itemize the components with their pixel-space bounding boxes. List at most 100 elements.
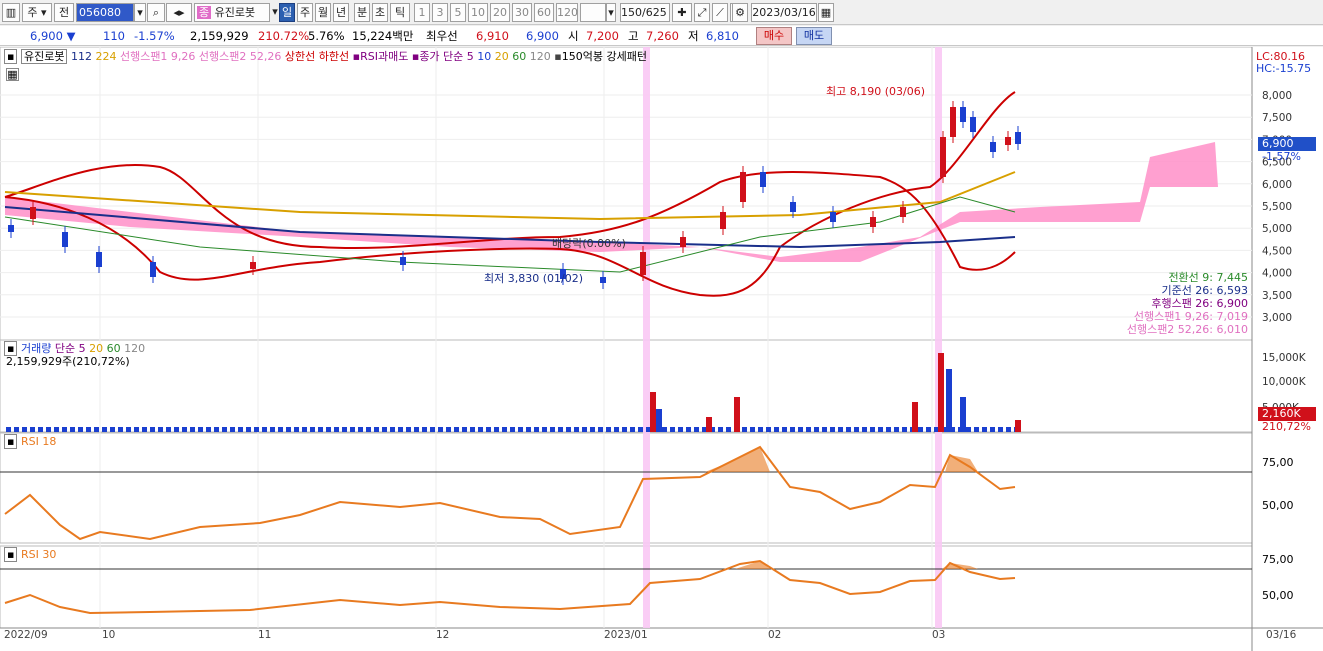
volume-bar	[638, 427, 643, 432]
custom-interval-dropdown-icon[interactable]: ▾	[606, 3, 616, 22]
volume-bar	[918, 427, 923, 432]
code-dropdown-icon[interactable]: ▾	[134, 3, 146, 22]
volume-bar	[78, 427, 83, 432]
chart-area[interactable]: 8,0007,5007,0006,5006,0005,5005,0004,500…	[0, 47, 1323, 651]
volume-bar	[334, 427, 339, 432]
volume-bar	[302, 427, 307, 432]
crosshair-icon[interactable]: ✚	[672, 3, 692, 22]
tab-year[interactable]: 년	[333, 3, 349, 22]
data-count-field[interactable]: 150/625	[620, 3, 670, 22]
volume-ma5: 단순 5	[54, 342, 86, 355]
grid-icon[interactable]: ▦	[6, 68, 19, 81]
tab-month[interactable]: 월	[315, 3, 331, 22]
tab-week[interactable]: 주	[297, 3, 313, 22]
volume-title: 거래량	[20, 342, 52, 355]
volume-bar	[670, 427, 675, 432]
legend-menu-icon[interactable]: ▪	[4, 49, 18, 64]
volume-ma20: 20	[89, 342, 104, 355]
period-label: 주	[27, 6, 38, 19]
candle-body	[1005, 137, 1011, 145]
volume-bar	[650, 392, 656, 432]
sell-button[interactable]: 매도	[796, 27, 832, 45]
interval-20[interactable]: 20	[490, 3, 510, 22]
volume-bar	[566, 427, 571, 432]
tab-tick[interactable]: 틱	[390, 3, 410, 22]
volume-bar	[430, 427, 435, 432]
interval-5[interactable]: 5	[450, 3, 466, 22]
volume-bar	[734, 397, 740, 432]
sound-icon[interactable]: ◂▸	[166, 3, 192, 22]
volume-bar	[350, 427, 355, 432]
volume-bar	[686, 427, 691, 432]
volume-bar	[238, 427, 243, 432]
volume-bar	[494, 427, 499, 432]
rsi30-panel-frame	[0, 545, 1253, 629]
gear-icon[interactable]: ⚙	[732, 3, 748, 22]
volume-bar	[598, 427, 603, 432]
volume-bar	[750, 427, 755, 432]
stock-name-field[interactable]: 종 유진로봇	[194, 3, 270, 22]
rsi30-title: RSI 30	[20, 548, 57, 561]
current-price-tag: 6,900	[1258, 137, 1316, 151]
volume-bar	[656, 409, 662, 432]
volume-bar	[134, 427, 139, 432]
stock-chart[interactable]: 8,0007,5007,0006,5006,0005,5005,0004,500…	[0, 47, 1323, 651]
candle-body	[940, 137, 946, 177]
tab-day[interactable]: 일	[279, 3, 295, 22]
current-price: 6,900 ▼	[30, 29, 76, 43]
volume-tick: 10,000K	[1262, 376, 1307, 388]
search-icon[interactable]: ⌕	[147, 3, 165, 22]
volume-bar	[14, 427, 19, 432]
tab-minute[interactable]: 분	[354, 3, 370, 22]
ichimoku-chikou: 후행스팬 26: 6,900	[1151, 297, 1248, 310]
interval-30[interactable]: 30	[512, 3, 532, 22]
volume-bar	[838, 427, 843, 432]
legend-ma5: 종가 단순 5	[419, 50, 474, 63]
volume-ma120: 120	[124, 342, 146, 355]
candle-body	[96, 252, 102, 267]
volume-bar	[590, 427, 595, 432]
tab-second[interactable]: 초	[372, 3, 388, 22]
candle-body	[870, 217, 876, 227]
volume-panel-frame	[0, 339, 1253, 433]
y-tick-label: 3,000	[1262, 312, 1292, 324]
date-field[interactable]: 2023/03/16	[751, 3, 817, 22]
stock-code-input[interactable]: 056080	[76, 3, 134, 22]
period-select[interactable]: 주 ▾	[22, 3, 52, 22]
volume-bar	[662, 427, 667, 432]
volume-bar	[110, 427, 115, 432]
volume-bar	[150, 427, 155, 432]
rsi18-tick-75: 75,00	[1262, 456, 1294, 469]
volume-bar	[382, 427, 387, 432]
x-label-2022-09: 2022/09	[4, 629, 48, 641]
legend-ma10: 10	[477, 50, 492, 63]
volume-bar	[126, 427, 131, 432]
volume-legend: ▪ 거래량 단순 5 20 60 120	[4, 341, 146, 356]
current-pct-tag: -1.57%	[1262, 150, 1301, 163]
buy-button[interactable]: 매수	[756, 27, 792, 45]
zoom-icon[interactable]: ⤢	[694, 3, 710, 22]
turnover-rate: 5.76%	[308, 29, 345, 43]
candle-body	[830, 212, 836, 222]
interval-10[interactable]: 10	[468, 3, 488, 22]
volume-bar	[706, 417, 712, 432]
candle-body	[62, 232, 68, 247]
interval-3[interactable]: 3	[432, 3, 448, 22]
volume-bar	[798, 427, 803, 432]
interval-1[interactable]: 1	[414, 3, 430, 22]
legend-stock-name[interactable]: 유진로봇	[20, 49, 68, 64]
prev-button[interactable]: 전	[54, 3, 74, 22]
volume-bar	[118, 427, 123, 432]
interval-120[interactable]: 120	[556, 3, 578, 22]
legend-ma120: 120	[529, 50, 551, 63]
volume-bar	[718, 427, 723, 432]
custom-interval-input[interactable]	[580, 3, 606, 22]
calendar-icon[interactable]: ▦	[818, 3, 834, 22]
volume-bar	[38, 427, 43, 432]
volume-bar	[774, 427, 779, 432]
main-panel-frame	[0, 47, 1253, 341]
volume-bar	[518, 427, 523, 432]
layout-icon[interactable]: ▥	[2, 3, 20, 22]
draw-icon[interactable]: ⟋	[712, 3, 728, 22]
interval-60[interactable]: 60	[534, 3, 554, 22]
